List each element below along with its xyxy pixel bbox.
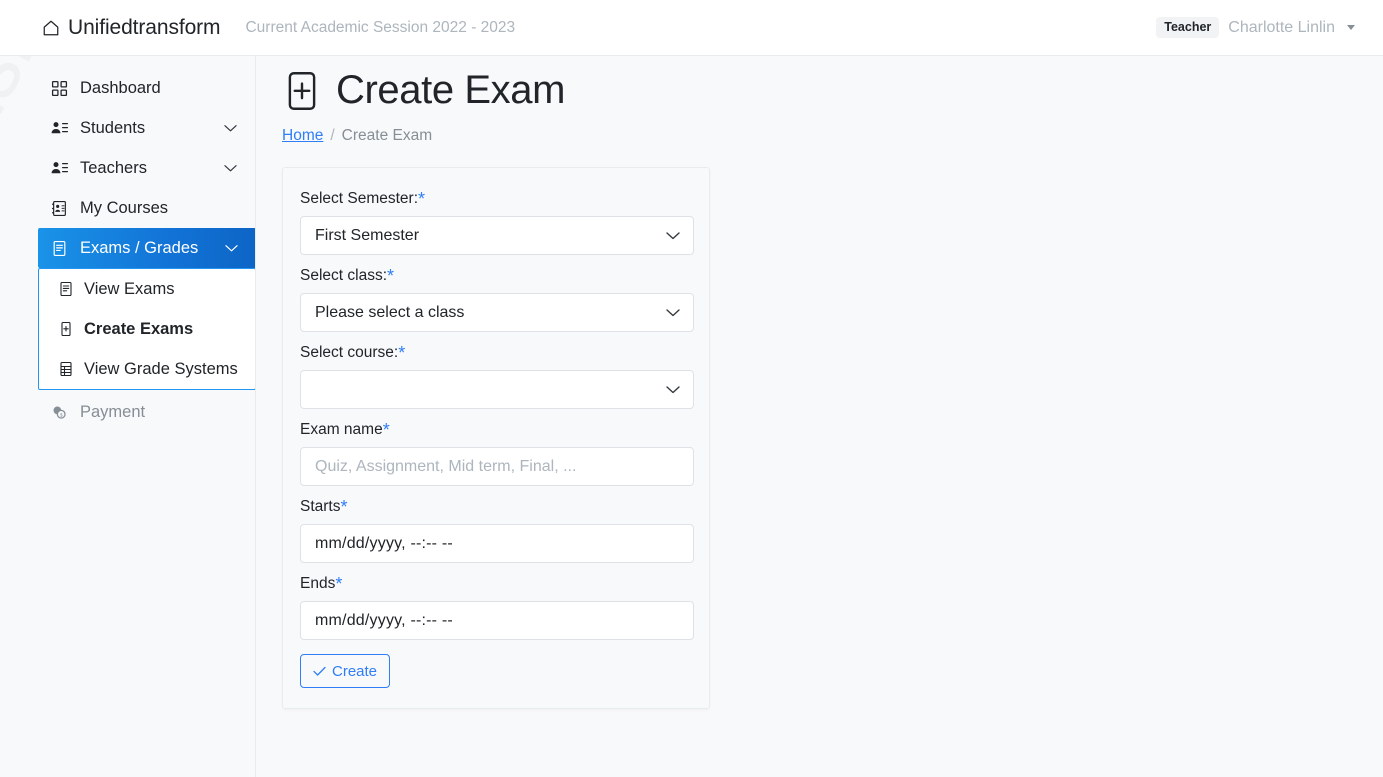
sidebar-item-payment: $ Payment: [0, 392, 255, 432]
people-list-icon: [50, 159, 69, 178]
table-icon: [57, 360, 75, 378]
exam-name-placeholder: Quiz, Assignment, Mid term, Final, ...: [315, 457, 577, 475]
label-text: Select course:: [300, 344, 399, 361]
top-navbar: Unifiedtransform Current Academic Sessio…: [0, 0, 1383, 56]
sidebar-item-view-exams[interactable]: View Exams: [39, 269, 255, 309]
ends-datetime-input[interactable]: mm/dd/yyyy, --:-- --: [300, 601, 694, 640]
plus-box-icon: [282, 70, 322, 112]
breadcrumb: Home / Create Exam: [282, 127, 1383, 145]
required-asterisk: *: [335, 574, 343, 594]
page-header: Create Exam: [282, 68, 1383, 113]
chevron-down-icon[interactable]: [224, 241, 238, 255]
chevron-down-icon: [666, 231, 680, 240]
page-title: Create Exam: [336, 68, 566, 112]
role-badge: Teacher: [1156, 17, 1220, 38]
semester-select[interactable]: First Semester: [300, 216, 694, 255]
document-lines-icon: [50, 239, 69, 258]
required-asterisk: *: [387, 266, 395, 286]
svg-text:$: $: [60, 412, 63, 418]
label-text: Starts: [300, 498, 341, 515]
breadcrumb-current: Create Exam: [341, 127, 433, 144]
check-icon: [313, 666, 326, 677]
class-select-value: Please select a class: [315, 303, 465, 321]
exam-name-label: Exam name*: [300, 421, 692, 439]
starts-label: Starts*: [300, 498, 692, 516]
sidebar-menu: Dashboard Students Teachers My Courses E…: [0, 56, 255, 432]
caret-down-icon[interactable]: [1347, 25, 1355, 30]
create-button-label: Create: [332, 662, 378, 680]
class-select[interactable]: Please select a class: [300, 293, 694, 332]
submenu-item-label: Create Exams: [84, 319, 194, 338]
brand-logo[interactable]: Unifiedtransform: [42, 15, 221, 40]
user-name-label: Charlotte Linlin: [1228, 18, 1335, 36]
plus-box-icon: [57, 320, 75, 338]
course-select[interactable]: [300, 370, 694, 409]
sidebar-item-label: Exams / Grades: [80, 238, 199, 257]
sidebar-item-my-courses[interactable]: My Courses: [0, 188, 255, 228]
starts-datetime-input[interactable]: mm/dd/yyyy, --:-- --: [300, 524, 694, 563]
breadcrumb-home-link[interactable]: Home: [282, 127, 323, 145]
sidebar-item-teachers[interactable]: Teachers: [0, 148, 255, 188]
create-exam-form: Select Semester:* First Semester Select …: [282, 167, 710, 709]
sidebar-submenu-exams: View Exams Create Exams View Grade Syste…: [38, 268, 255, 390]
document-lines-icon: [57, 280, 75, 298]
label-text: Ends: [300, 575, 336, 592]
select-semester-label: Select Semester:*: [300, 190, 692, 208]
required-asterisk: *: [398, 343, 406, 363]
breadcrumb-separator: /: [330, 127, 335, 144]
sidebar-item-label: Students: [80, 118, 146, 137]
sidebar-item-label: Payment: [80, 402, 146, 421]
sidebar-item-label: Dashboard: [80, 78, 161, 97]
main-content: Create Exam Home / Create Exam Select Se…: [257, 56, 1383, 777]
exam-name-input[interactable]: Quiz, Assignment, Mid term, Final, ...: [300, 447, 694, 486]
create-button[interactable]: Create: [300, 654, 391, 688]
coins-icon: $: [50, 403, 69, 422]
sidebar-item-exams-grades[interactable]: Exams / Grades: [38, 228, 255, 268]
submenu-item-label: View Grade Systems: [84, 359, 238, 378]
submenu-item-label: View Exams: [84, 279, 175, 298]
sidebar-item-label: Teachers: [80, 158, 147, 177]
grid-icon: [50, 79, 69, 98]
user-menu[interactable]: Teacher Charlotte Linlin: [1156, 17, 1355, 38]
starts-datetime-value: mm/dd/yyyy, --:-- --: [315, 534, 453, 552]
contact-card-icon: [50, 199, 69, 218]
label-text: Select Semester:: [300, 190, 419, 207]
sidebar-item-view-grade-systems[interactable]: View Grade Systems: [39, 349, 255, 389]
chevron-down-icon[interactable]: [223, 121, 237, 135]
chevron-down-icon: [666, 308, 680, 317]
label-text: Select class:: [300, 267, 388, 284]
sidebar-item-create-exams[interactable]: Create Exams: [39, 309, 255, 349]
sidebar-item-dashboard[interactable]: Dashboard: [0, 68, 255, 108]
home-icon: [42, 19, 60, 37]
required-asterisk: *: [340, 497, 348, 517]
select-class-label: Select class:*: [300, 267, 692, 285]
sidebar-item-students[interactable]: Students: [0, 108, 255, 148]
chevron-down-icon[interactable]: [223, 161, 237, 175]
ends-datetime-value: mm/dd/yyyy, --:-- --: [315, 611, 453, 629]
semester-select-value: First Semester: [315, 226, 420, 244]
ends-label: Ends*: [300, 575, 692, 593]
chevron-down-icon: [666, 385, 680, 394]
people-list-icon: [50, 119, 69, 138]
required-asterisk: *: [382, 420, 390, 440]
brand-name: Unifiedtransform: [68, 15, 221, 39]
sidebar-item-label: My Courses: [80, 198, 169, 217]
select-course-label: Select course:*: [300, 344, 692, 362]
sidebar: nsform Dashboard: [0, 56, 256, 777]
academic-session-text: Current Academic Session 2022 - 2023: [245, 18, 516, 36]
required-asterisk: *: [418, 189, 426, 209]
label-text: Exam name: [300, 421, 383, 438]
